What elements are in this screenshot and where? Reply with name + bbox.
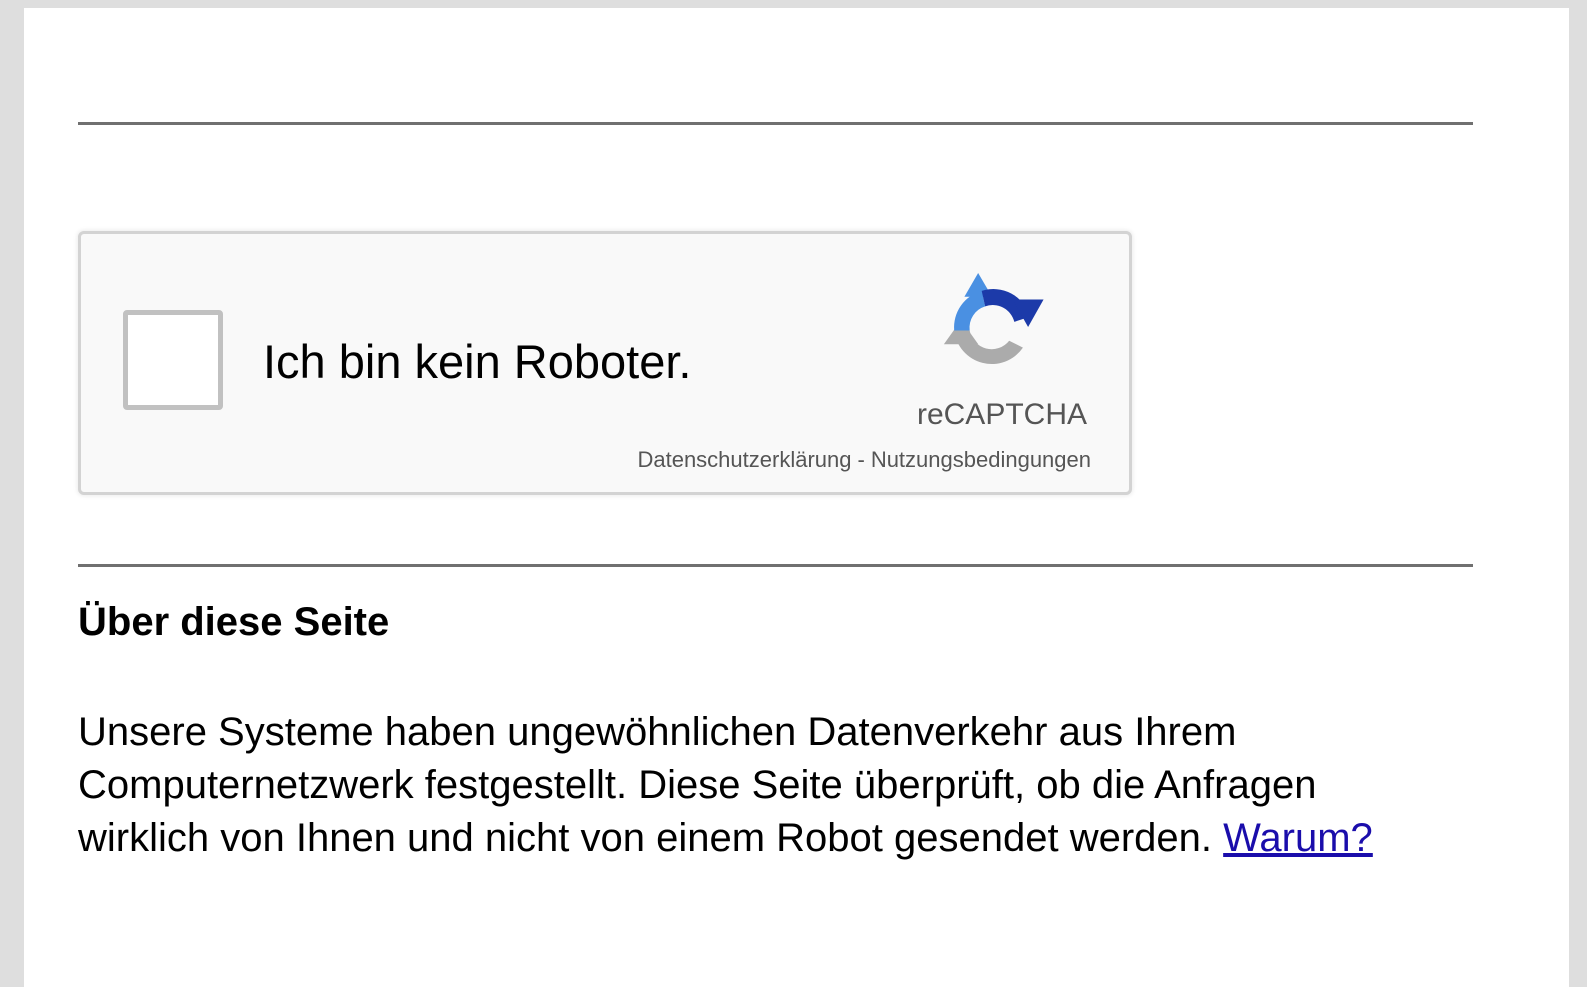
top-divider [78, 122, 1473, 125]
why-link[interactable]: Warum? [1223, 816, 1373, 860]
recaptcha-logo-icon [943, 272, 1044, 365]
about-body: Unsere Systeme haben ungewöhnlichen Date… [78, 710, 1317, 860]
checkbox-label: Ich bin kein Roboter. [263, 335, 692, 388]
footer-separator: - [857, 447, 865, 472]
about-paragraph: Unsere Systeme haben ungewöhnlichen Date… [78, 706, 1458, 865]
privacy-link[interactable]: Datenschutzerklärung [637, 447, 851, 472]
bottom-divider [78, 564, 1473, 567]
not-a-robot-checkbox[interactable] [123, 310, 223, 410]
recaptcha-brand: reCAPTCHA [916, 398, 1087, 431]
recaptcha-footer: Datenschutzerklärung - Nutzungsbedingungen [637, 447, 1091, 473]
recaptcha-widget: Ich bin kein Roboter. reCAPTCHA Datensch… [78, 231, 1132, 495]
terms-link[interactable]: Nutzungsbedingungen [871, 447, 1091, 472]
captcha-page: Ich bin kein Roboter. reCAPTCHA Datensch… [24, 8, 1569, 987]
window-frame: Ich bin kein Roboter. reCAPTCHA Datensch… [0, 0, 1587, 987]
about-heading: Über diese Seite [78, 600, 390, 644]
